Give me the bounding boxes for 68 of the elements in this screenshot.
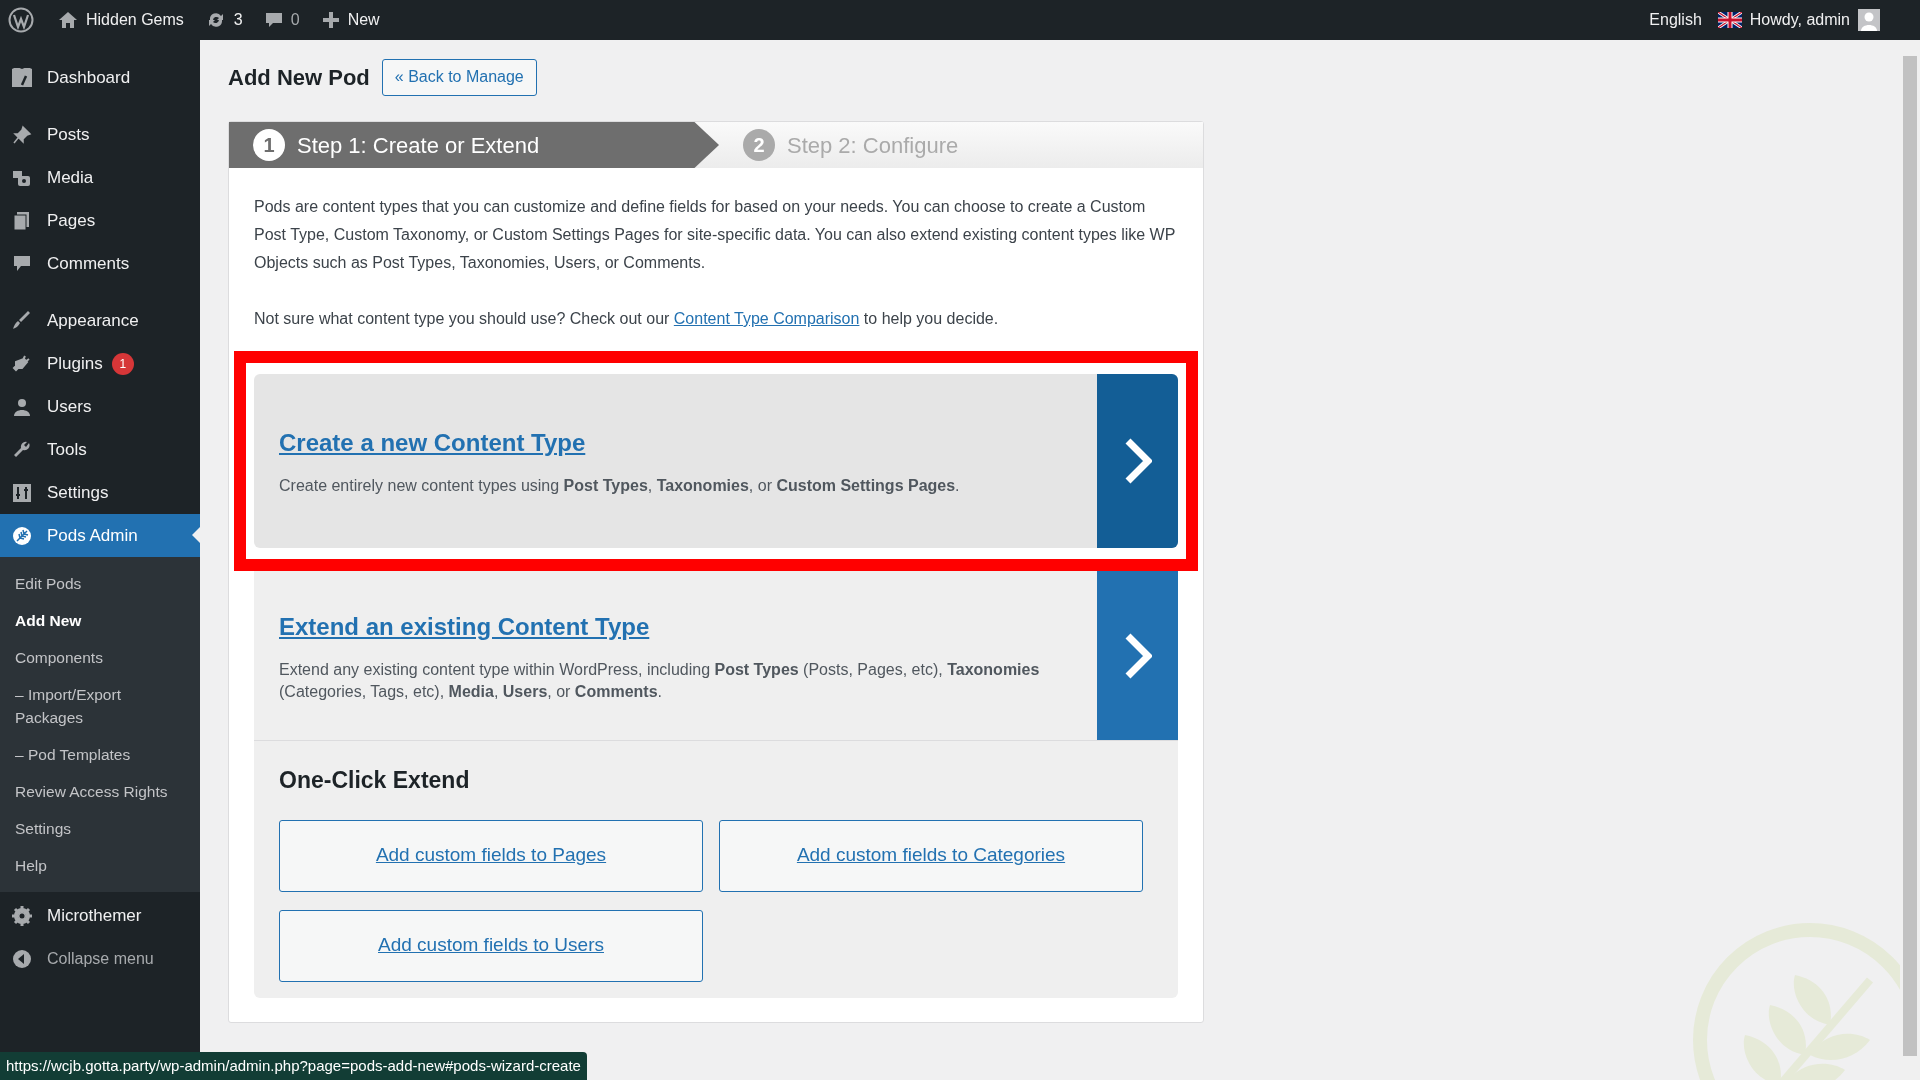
wizard-step[interactable]: 1 Step 1: Create or Extend	[229, 122, 719, 168]
submenu-item[interactable]: Components	[0, 639, 200, 676]
option-description: Create entirely new content types using Post Types, Taxonomies, or Custom Settings Pages.	[279, 476, 961, 496]
wrench-icon	[12, 439, 32, 460]
next-arrow-button[interactable]	[1097, 571, 1178, 740]
submenu-item[interactable]: Add New	[0, 602, 200, 639]
submenu-item[interactable]: – Import/Export Packages	[0, 676, 200, 736]
step-number: 2	[743, 129, 775, 161]
notification-badge: 1	[111, 352, 134, 375]
submenu-item[interactable]: Help	[0, 847, 200, 884]
leaf-circle-icon	[12, 525, 32, 546]
help-paragraph: Not sure what content type you should use? Check out our Content Type Comparison to help you decide.	[254, 309, 1000, 329]
sliders-icon	[12, 482, 32, 503]
sidebar-menu-item[interactable]: Settings	[0, 471, 200, 514]
plug-icon	[12, 353, 32, 374]
page-title: Add New Pod	[228, 63, 370, 92]
sidebar-menu-item[interactable]: Tools	[0, 428, 200, 471]
one-click-button[interactable]: Add custom fields to Categories	[719, 819, 1143, 892]
step-number: 1	[253, 129, 285, 161]
submenu-item[interactable]: Review Access Rights	[0, 773, 200, 810]
comments-link[interactable]: 0	[264, 8, 300, 32]
new-content-link[interactable]: New	[321, 8, 380, 32]
intro-paragraph: Pods are content types that you can customize and define fields for based on your needs. You can choose to create a Custom Post Type, Custom Taxonomy, or Custom Settings Pages for site-specific data. You can also extend existing content types like WP Objects such as Post Types, Taxonomies, Users, or Comments.	[254, 197, 1177, 273]
sidebar-menu-item[interactable]: Users	[0, 385, 200, 428]
pin-icon	[12, 124, 32, 145]
status-url-tooltip: https://wcjb.gotta.party/wp-admin/admin.php?page=pods-add-new#pods-wizard-create	[0, 1051, 587, 1080]
wordpress-logo-icon	[8, 7, 34, 33]
chevron-right-icon	[1123, 438, 1152, 484]
site-name-link[interactable]: Hidden Gems	[58, 8, 184, 32]
back-to-manage-button[interactable]: « Back to Manage	[381, 58, 537, 96]
comparison-link[interactable]: Content Type Comparison	[673, 310, 860, 327]
sidebar-menu-item[interactable]: Posts	[0, 113, 200, 156]
home-icon	[58, 11, 78, 29]
sidebar-menu-item[interactable]: Microthemer	[0, 894, 200, 937]
one-click-button[interactable]: Add custom fields to Users	[279, 909, 703, 982]
avatar-icon	[1858, 9, 1880, 31]
sidebar-menu-item[interactable]: Dashboard	[0, 56, 200, 99]
option-title-link[interactable]: Create a new Content Type	[279, 425, 1079, 461]
sidebar-menu-item[interactable]: Pods Admin	[0, 514, 200, 557]
option-title-link[interactable]: Extend an existing Content Type	[279, 608, 1079, 645]
sidebar-menu-item[interactable]: Comments	[0, 242, 200, 285]
one-click-button[interactable]: Add custom fields to Pages	[279, 819, 703, 892]
sidebar-menu-item[interactable]: Media	[0, 156, 200, 199]
speech-bubble-icon	[264, 11, 283, 29]
option-card[interactable]: Create a new Content Type Create entirely new content types using Post Types, Taxonomies, or Custom Settings Pages.	[254, 374, 1178, 548]
language-link[interactable]: English	[1649, 8, 1702, 32]
pages-icon	[12, 210, 32, 231]
user-icon	[12, 396, 32, 417]
plus-icon	[321, 11, 340, 29]
updates-link[interactable]: 3	[205, 8, 243, 32]
uk-flag-icon	[1717, 12, 1742, 28]
current-pointer-icon	[192, 527, 200, 543]
submenu-item[interactable]: Edit Pods	[0, 565, 200, 602]
next-arrow-button[interactable]	[1097, 374, 1178, 548]
collapse-icon	[12, 948, 32, 969]
sidebar-menu-item[interactable]: Pages	[0, 199, 200, 242]
submenu-item[interactable]: Settings	[0, 810, 200, 847]
chevron-right-icon	[1123, 632, 1152, 679]
sidebar-menu-item[interactable]: Plugins 1	[0, 342, 200, 385]
submenu-item[interactable]: – Pod Templates	[0, 736, 200, 773]
sidebar-menu-item[interactable]: Appearance	[0, 299, 200, 342]
gear-icon	[12, 905, 32, 926]
paintbrush-icon	[12, 310, 32, 331]
option-card[interactable]: Extend an existing Content Type Extend any existing content type within WordPress, including Post Types (Posts, Pages, etc), Taxonomies (Categories, Tags, etc), Media, Users, or Comments.	[254, 571, 1178, 741]
section-heading: One-Click Extend	[279, 766, 471, 795]
option-description: Extend any existing content type within WordPress, including Post Types (Posts, Pages, etc), Taxonomies (Categories, Tags, etc), Media, Users, or Comments.	[279, 659, 1041, 702]
collapse-menu-button[interactable]: Collapse menu	[0, 937, 200, 980]
account-menu[interactable]: Howdy, admin	[1717, 8, 1880, 32]
